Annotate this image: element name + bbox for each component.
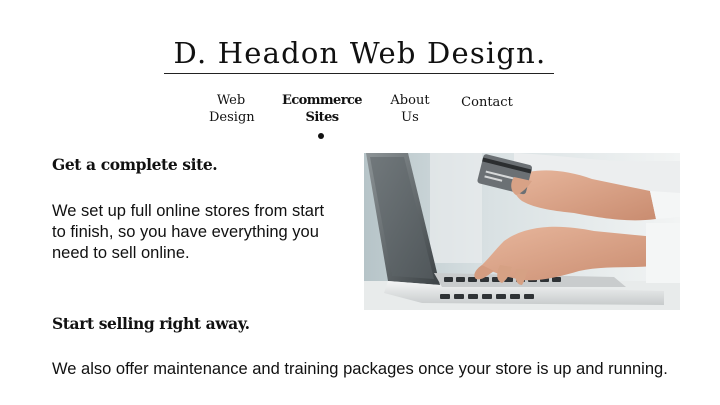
- section2-body: We also offer maintenance and training p…: [52, 360, 668, 378]
- nav-item-label-line1: Web: [216, 93, 246, 108]
- site-title: D. Headon Web Design.: [0, 36, 720, 74]
- hero-image: [364, 153, 680, 310]
- laptop-typing-illustration: [364, 153, 680, 310]
- nav-item-about-us[interactable]: About Us: [388, 92, 432, 126]
- section2-heading: Start selling right away.: [52, 314, 250, 333]
- section1-body: We set up full online stores from start …: [52, 202, 325, 262]
- nav-item-label-line1: Ecommerce: [282, 93, 363, 108]
- active-nav-indicator: [318, 133, 324, 139]
- title-underline: [164, 73, 554, 74]
- nav-item-contact[interactable]: Contact: [458, 94, 516, 111]
- site-title-text: D. Headon Web Design.: [173, 36, 547, 70]
- nav-item-label-line2: Us: [401, 110, 419, 125]
- main-nav: Web Design Ecommerce Sites About Us Cont…: [0, 92, 720, 148]
- nav-item-label-line2: Sites: [305, 110, 340, 125]
- nav-item-web-design[interactable]: Web Design: [209, 92, 255, 126]
- nav-item-ecommerce-sites[interactable]: Ecommerce Sites: [282, 92, 363, 126]
- section1-heading: Get a complete site.: [52, 155, 218, 174]
- nav-item-label-line1: Contact: [461, 95, 513, 110]
- nav-item-label-line1: About: [390, 93, 430, 108]
- nav-item-label-line2: Design: [209, 110, 255, 125]
